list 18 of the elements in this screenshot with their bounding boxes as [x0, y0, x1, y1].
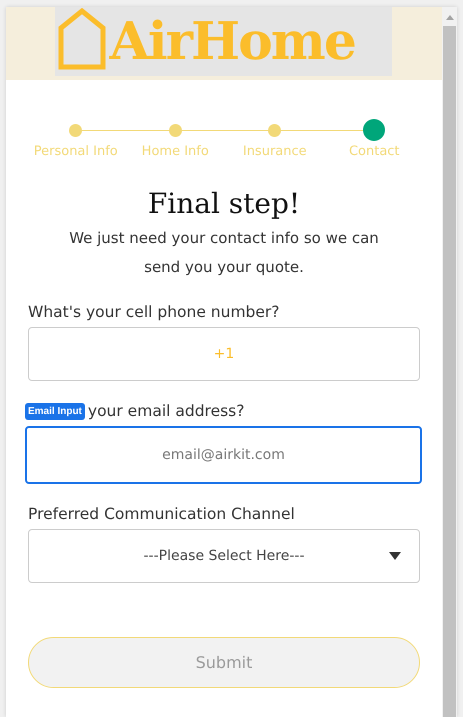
progress-step[interactable]: Insurance: [225, 118, 324, 159]
progress-step[interactable]: Personal Info: [26, 118, 126, 159]
house-icon: [58, 8, 106, 70]
input-field[interactable]: +1: [28, 327, 420, 381]
brand-name: AirHome: [110, 16, 355, 68]
scrollbar-thumb[interactable]: [443, 26, 456, 717]
subtitle: We just need your contact info so we can send you your quote.: [68, 228, 380, 278]
input-field[interactable]: email@airkit.com: [25, 426, 422, 484]
caret-icon: [389, 552, 401, 560]
field-label: What's your cell phone number?: [28, 303, 280, 321]
select-dropdown[interactable]: ---Please Select Here---: [28, 529, 420, 583]
heading: Final step!: [146, 187, 302, 220]
input-badge: Email Input: [25, 402, 85, 420]
progress-step[interactable]: Contact: [324, 118, 424, 159]
scroll-up-icon[interactable]: [446, 15, 454, 20]
progress-step[interactable]: Home Info: [126, 118, 225, 159]
field-label: Preferred Communication Channel: [28, 505, 295, 523]
field-label: your email address?: [88, 402, 244, 420]
